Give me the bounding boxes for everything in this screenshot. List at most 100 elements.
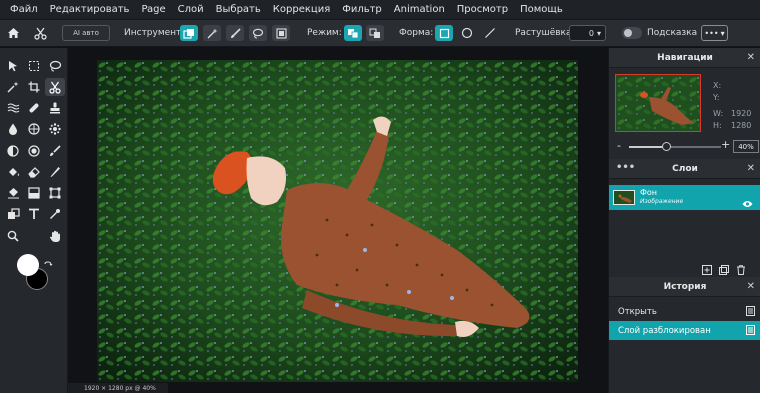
panel-menu-icon[interactable]: ••• bbox=[616, 162, 635, 173]
zoom-in-icon[interactable]: + bbox=[721, 138, 730, 151]
hint-label: Подсказка bbox=[647, 28, 698, 38]
healing-icon[interactable] bbox=[24, 99, 44, 117]
shape-line-icon[interactable] bbox=[481, 25, 499, 41]
close-icon[interactable]: ✕ bbox=[747, 281, 755, 292]
eyedropper-icon[interactable] bbox=[45, 205, 65, 223]
fill-icon[interactable] bbox=[3, 163, 23, 181]
history-item-label: Открыть bbox=[618, 306, 657, 317]
menu-file[interactable]: Файл bbox=[4, 0, 44, 19]
zoom-slider-handle[interactable] bbox=[661, 142, 671, 151]
eye-icon[interactable] bbox=[742, 193, 753, 212]
menu-layer[interactable]: Слой bbox=[172, 0, 210, 19]
mode-add-icon[interactable] bbox=[366, 25, 384, 41]
magic-select-icon[interactable] bbox=[203, 25, 221, 41]
layer-thumbnail bbox=[613, 190, 635, 205]
history-step-icon bbox=[746, 325, 755, 338]
zoom-input[interactable]: 40% bbox=[733, 140, 759, 153]
feather-select[interactable]: 0 ▾ bbox=[569, 25, 606, 41]
history-item-active[interactable]: Слой разблокирован bbox=[609, 321, 760, 340]
nav-y-label: Y: bbox=[713, 93, 720, 102]
menu-select[interactable]: Выбрать bbox=[210, 0, 267, 19]
history-header: История ✕ bbox=[609, 277, 760, 297]
eraser-icon[interactable] bbox=[24, 163, 44, 181]
rect-shape-icon[interactable] bbox=[45, 184, 65, 202]
history-title: История bbox=[663, 281, 707, 292]
swap-colors-icon[interactable] bbox=[43, 256, 53, 266]
document-image[interactable] bbox=[97, 60, 578, 382]
nav-h-value: 1280 bbox=[731, 121, 752, 130]
menu-view[interactable]: Просмотр bbox=[451, 0, 514, 19]
zoom-icon[interactable] bbox=[3, 227, 23, 245]
menu-help[interactable]: Помощь bbox=[514, 0, 569, 19]
delete-layer-icon[interactable] bbox=[736, 260, 746, 275]
sponge-icon[interactable] bbox=[24, 120, 44, 138]
layers-header: ••• Слои ✕ bbox=[609, 159, 760, 179]
close-icon[interactable]: ✕ bbox=[747, 52, 755, 63]
scissors-icon[interactable] bbox=[45, 78, 65, 96]
burn-icon[interactable] bbox=[3, 142, 23, 160]
marquee-icon[interactable] bbox=[24, 57, 44, 75]
quick-mask-icon[interactable] bbox=[272, 25, 290, 41]
ai-auto-button[interactable]: AI авто bbox=[62, 25, 110, 41]
right-panel: Навигации ✕ X: Y: W: 1920 H: 1280 - + 40… bbox=[608, 48, 760, 393]
home-icon[interactable] bbox=[7, 20, 20, 46]
more-dots-label: ••• bbox=[704, 28, 719, 38]
navigation-thumbnail[interactable] bbox=[615, 74, 701, 132]
close-icon[interactable]: ✕ bbox=[747, 163, 755, 174]
nav-w-value: 1920 bbox=[731, 109, 752, 118]
status-bar: 1920 × 1280 px @ 40% bbox=[68, 383, 168, 393]
hand-icon[interactable] bbox=[45, 227, 65, 245]
form-label: Форма: bbox=[399, 28, 434, 38]
menu-page[interactable]: Page bbox=[135, 0, 171, 19]
instrument-label: Инструмент: bbox=[124, 28, 185, 38]
more-options-button[interactable]: ••• ▾ bbox=[701, 25, 728, 41]
blur-icon[interactable] bbox=[3, 120, 23, 138]
shape-rect-icon[interactable] bbox=[435, 25, 453, 41]
clone-stamp-icon[interactable] bbox=[45, 99, 65, 117]
text-icon[interactable] bbox=[24, 205, 44, 223]
bucket-icon[interactable] bbox=[3, 184, 23, 202]
nav-x-label: X: bbox=[713, 81, 722, 90]
zoom-slider[interactable] bbox=[629, 142, 721, 151]
duplicate-layer-icon[interactable] bbox=[719, 260, 729, 275]
canvas-area: 1920 × 1280 px @ 40% bbox=[68, 48, 608, 393]
brush-icon[interactable] bbox=[45, 142, 65, 160]
lasso-icon[interactable] bbox=[249, 25, 267, 41]
layer-type: Изображение bbox=[640, 198, 684, 205]
brush-select-icon[interactable] bbox=[226, 25, 244, 41]
menu-animation[interactable]: Animation bbox=[388, 0, 451, 19]
zoom-control: - + 40% bbox=[615, 138, 759, 154]
menu-edit[interactable]: Редактировать bbox=[44, 0, 136, 19]
dodge-icon[interactable] bbox=[45, 120, 65, 138]
scissors-tool-icon[interactable] bbox=[34, 20, 47, 46]
nav-h-label: H: bbox=[713, 121, 722, 130]
menu-filter[interactable]: Фильтр bbox=[336, 0, 388, 19]
mode-new-icon[interactable] bbox=[344, 25, 362, 41]
document-size-text: 1920 × 1280 px @ 40% bbox=[84, 384, 156, 392]
magic-wand-icon[interactable] bbox=[3, 78, 23, 96]
navigation-header: Навигации ✕ bbox=[609, 48, 760, 68]
menu-adjust[interactable]: Коррекция bbox=[267, 0, 336, 19]
lasso-select-icon[interactable] bbox=[180, 25, 198, 41]
gradient-icon[interactable] bbox=[24, 184, 44, 202]
foreground-color-swatch[interactable] bbox=[17, 254, 39, 276]
layer-name: Фон bbox=[640, 188, 658, 197]
zoom-out-icon[interactable]: - bbox=[617, 139, 621, 152]
sphere-icon[interactable] bbox=[24, 142, 44, 160]
layers-title: Слои bbox=[672, 163, 698, 174]
history-item[interactable]: Открыть bbox=[609, 302, 760, 321]
crop-icon[interactable] bbox=[24, 78, 44, 96]
add-layer-icon[interactable] bbox=[702, 260, 712, 275]
liquify-icon[interactable] bbox=[3, 99, 23, 117]
shape-ellipse-icon[interactable] bbox=[458, 25, 476, 41]
lasso-icon[interactable] bbox=[45, 57, 65, 75]
stamp-icon[interactable] bbox=[3, 205, 23, 223]
pencil-icon[interactable] bbox=[45, 163, 65, 181]
menu-bar: Файл Редактировать Page Слой Выбрать Кор… bbox=[0, 0, 760, 19]
move-icon[interactable] bbox=[3, 57, 23, 75]
chevron-down-icon: ▾ bbox=[596, 28, 601, 38]
feather-value: 0 bbox=[588, 28, 594, 38]
hint-toggle[interactable] bbox=[622, 27, 642, 39]
history-step-icon bbox=[746, 306, 755, 319]
layer-row[interactable]: Фон Изображение bbox=[609, 185, 760, 210]
